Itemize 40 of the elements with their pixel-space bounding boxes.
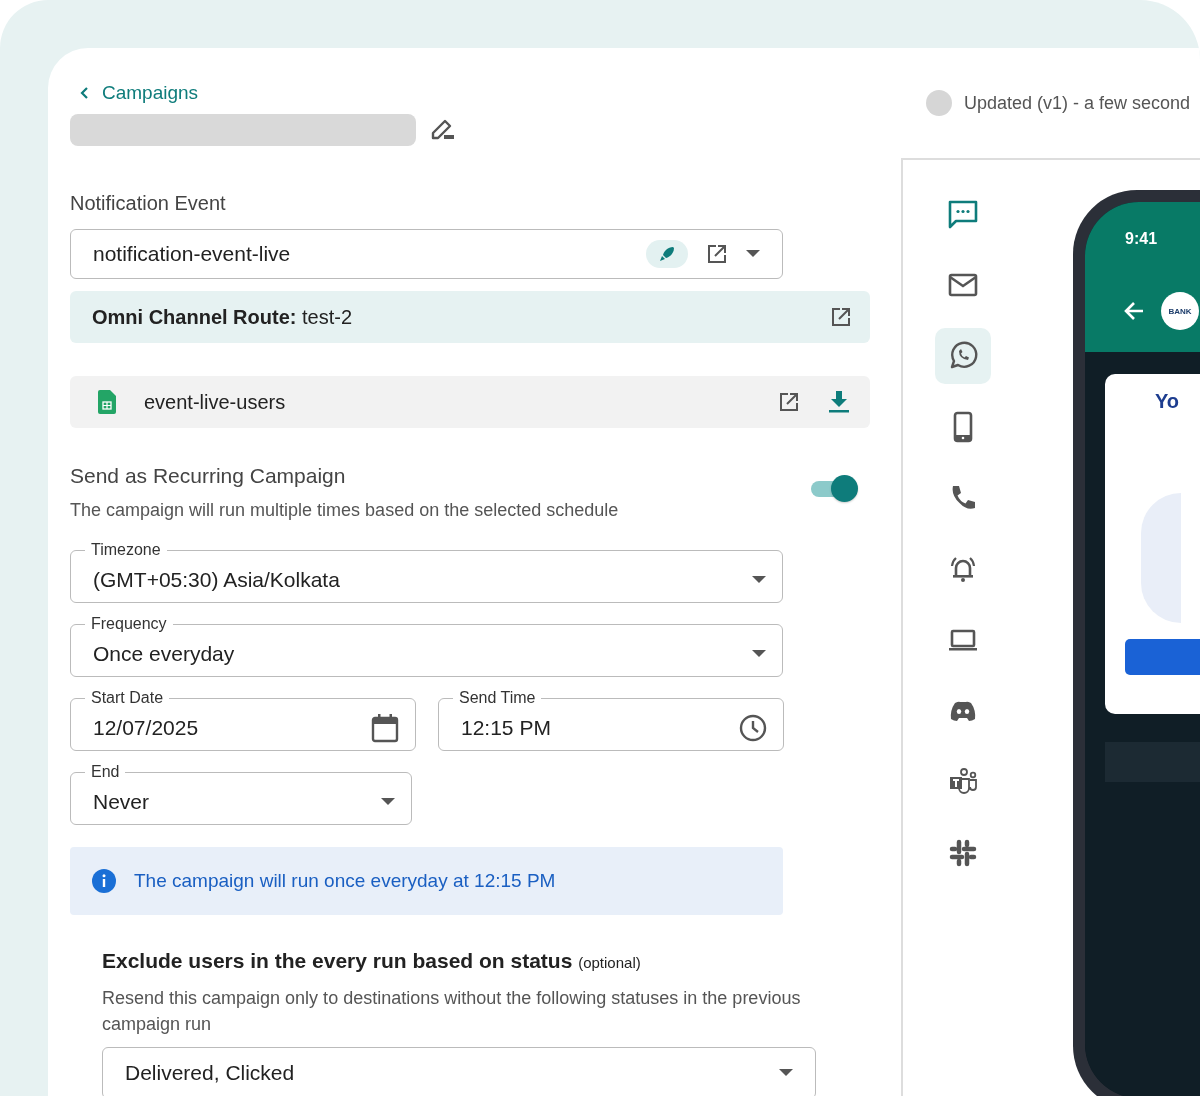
chat-icon	[947, 198, 979, 230]
exclude-title: Exclude users in the every run based on status (optional)	[102, 949, 642, 973]
download-icon[interactable]	[828, 390, 850, 414]
spreadsheet-icon	[98, 390, 116, 414]
recurring-toggle[interactable]	[810, 475, 860, 503]
caret-icon	[381, 797, 395, 806]
message-title: Yo	[1155, 390, 1181, 413]
file-name: event-live-users	[144, 390, 286, 414]
back-link[interactable]: Campaigns	[70, 82, 199, 104]
select-field[interactable]: Timezone (GMT+05:30) Asia/Kolkata	[70, 541, 783, 603]
caret-icon[interactable]	[746, 250, 760, 258]
time-field[interactable]: Send Time 12:15 PM	[438, 689, 784, 751]
info-icon	[92, 869, 116, 893]
route-text: Omni Channel Route: test-2	[92, 305, 353, 329]
status-select[interactable]: Delivered, Clicked	[102, 1047, 816, 1096]
edit-icon[interactable]	[430, 118, 456, 142]
bank-avatar: BANK	[1161, 292, 1199, 330]
select-field[interactable]: Frequency Once everyday	[70, 615, 783, 677]
calendar-icon	[371, 712, 399, 743]
channel-tab[interactable]	[935, 328, 991, 384]
select-field[interactable]: End Never	[70, 763, 412, 825]
section-label: Notification Event	[70, 192, 227, 215]
status-text: Updated (v1) - a few second	[964, 92, 1191, 114]
phone-clock: 9:41	[1125, 230, 1158, 247]
external-link-icon[interactable]	[830, 306, 852, 328]
date-field[interactable]: Start Date 12/07/2025	[70, 689, 416, 751]
recurring-description: The campaign will run multiple times based on the selected schedule	[70, 500, 620, 521]
caret-icon	[752, 575, 766, 584]
back-arrow-icon	[1123, 301, 1145, 321]
event-select[interactable]: notification-event-live	[70, 229, 783, 279]
exclude-description: Resend this campaign only to destinations without the following statuses in the previous campaign run	[102, 987, 802, 1036]
caret-icon	[752, 649, 766, 658]
info-text: The campaign will run once everyday at 12:15 PM	[134, 870, 556, 892]
recurring-title: Send as Recurring Campaign	[70, 464, 347, 488]
clock-icon	[739, 713, 767, 742]
external-link-icon[interactable]	[706, 243, 728, 265]
status-dot-icon	[926, 90, 952, 116]
external-link-icon[interactable]	[778, 391, 800, 413]
hash-grid-icon	[947, 837, 979, 869]
caret-icon	[779, 1069, 793, 1077]
